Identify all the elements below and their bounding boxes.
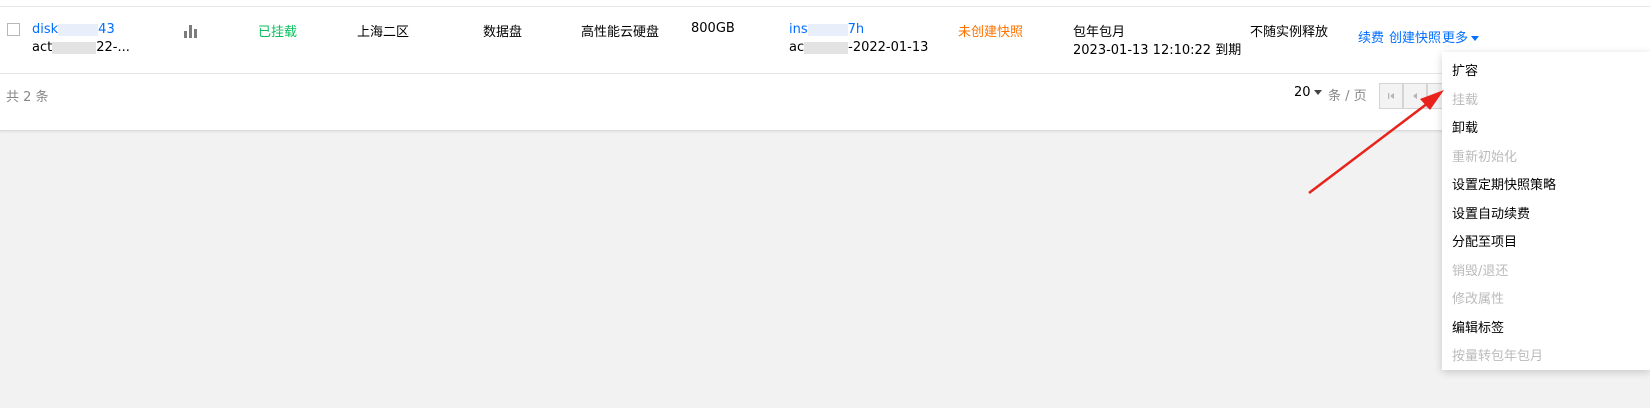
menu-item-edit-tags[interactable]: 编辑标签 (1452, 317, 1504, 336)
row-checkbox[interactable] (7, 23, 20, 36)
menu-item-assign-project[interactable]: 分配至项目 (1452, 231, 1517, 250)
more-dropdown-button[interactable]: 更多 (1442, 27, 1480, 46)
menu-item-unmount[interactable]: 卸载 (1452, 117, 1478, 136)
instance-name-suffix: -2022-01-13 (848, 40, 929, 55)
instance-name-prefix: ac (789, 40, 805, 55)
instance-id-prefix: ins (789, 22, 808, 37)
disk-media: 高性能云硬盘 (581, 25, 660, 40)
menu-item-mount: 挂载 (1452, 93, 1479, 108)
chevron-down-icon (1471, 36, 1480, 41)
menu-item-expand[interactable]: 扩容 (1452, 60, 1478, 79)
billing-mode: 包年包月 (1073, 25, 1126, 40)
masked-text (804, 41, 849, 54)
first-page-icon (1388, 93, 1394, 99)
menu-item-snapshot-policy[interactable]: 设置定期快照策略 (1452, 174, 1556, 193)
menu-item-destroy: 销毁/退还 (1452, 264, 1509, 279)
disk-id-suffix: 43 (98, 22, 115, 37)
mount-status: 已挂载 (258, 25, 298, 40)
disk-type: 数据盘 (483, 25, 523, 40)
create-snapshot-link[interactable]: 创建快照 (1389, 27, 1441, 46)
disk-name-prefix: act (32, 40, 53, 55)
masked-text (807, 23, 848, 36)
page-size-select[interactable]: 20 (1294, 85, 1322, 100)
disk-table-panel: disk 43 act 22-... 已挂载 上海二区 数据盘 高性能云硬盘 800… (0, 0, 1650, 131)
expire-time: 2023-01-13 12:10:22 到期 (1073, 43, 1242, 58)
row-divider (0, 73, 1650, 74)
first-page-button[interactable] (1379, 83, 1403, 109)
disk-id-prefix: disk (32, 22, 59, 37)
page-size-unit: 条 / 页 (1328, 89, 1367, 104)
disk-id-link[interactable]: disk 43 (32, 22, 115, 37)
prev-page-icon (1413, 93, 1417, 99)
disk-name-suffix: 22-... (96, 40, 130, 55)
page-size-value: 20 (1294, 85, 1311, 100)
masked-text (52, 41, 97, 54)
instance-id-suffix: 7h (847, 22, 865, 37)
instance-id-link[interactable]: ins 7h (789, 22, 864, 37)
instance-name: ac -2022-01-13 (789, 40, 928, 55)
snapshot-status: 未创建快照 (958, 25, 1024, 40)
total-count: 共 2 条 (6, 90, 49, 105)
menu-item-reinitialize: 重新初始化 (1452, 150, 1518, 165)
renew-link[interactable]: 续费 (1358, 27, 1384, 46)
menu-item-auto-renew[interactable]: 设置自动续费 (1452, 203, 1530, 222)
disk-capacity: 800GB (691, 21, 735, 36)
prev-page-button[interactable] (1403, 83, 1427, 109)
masked-text (58, 23, 99, 36)
more-dropdown-menu: 扩容 挂载 卸载 重新初始化 设置定期快照策略 设置自动续费 分配至项目 销毁/… (1442, 52, 1650, 370)
table-top-border (0, 6, 1650, 7)
region: 上海二区 (357, 25, 410, 40)
release-policy: 不随实例释放 (1250, 25, 1329, 40)
monitor-chart-icon[interactable] (184, 25, 200, 38)
disk-name: act 22-... (32, 40, 130, 55)
menu-item-modify-attributes: 修改属性 (1452, 292, 1505, 307)
chevron-down-icon (1313, 90, 1322, 95)
menu-item-convert-billing: 按量转包年包月 (1452, 349, 1544, 364)
more-label: 更多 (1442, 31, 1469, 46)
